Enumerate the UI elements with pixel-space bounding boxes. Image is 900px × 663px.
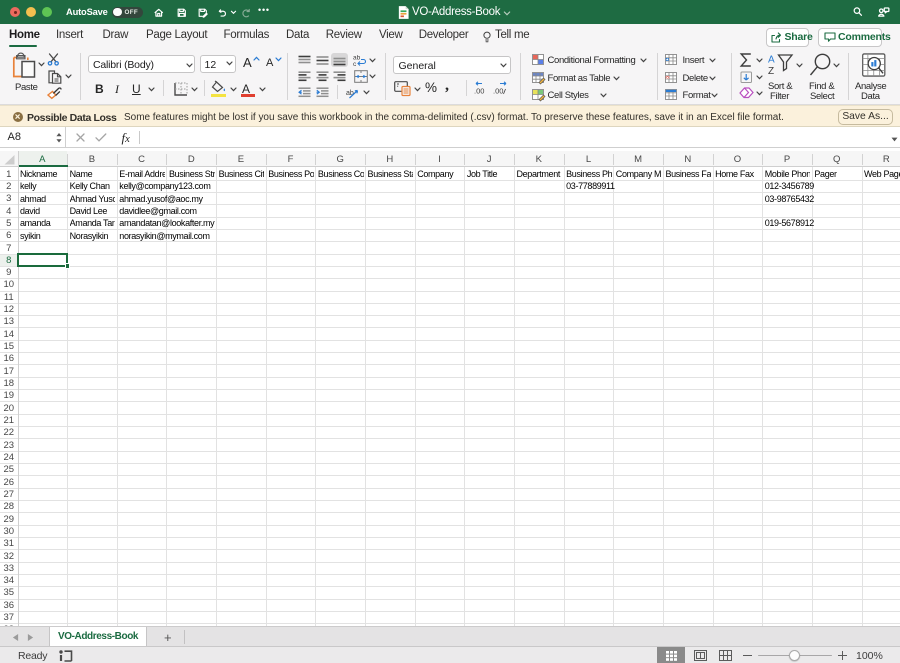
svg-text:c: c (353, 61, 357, 68)
svg-text:Z: Z (768, 66, 774, 77)
svg-text:.00: .00 (493, 87, 503, 96)
svg-text:A: A (768, 55, 775, 66)
svg-text:.00: .00 (474, 87, 484, 96)
svg-text:ab: ab (346, 90, 354, 97)
